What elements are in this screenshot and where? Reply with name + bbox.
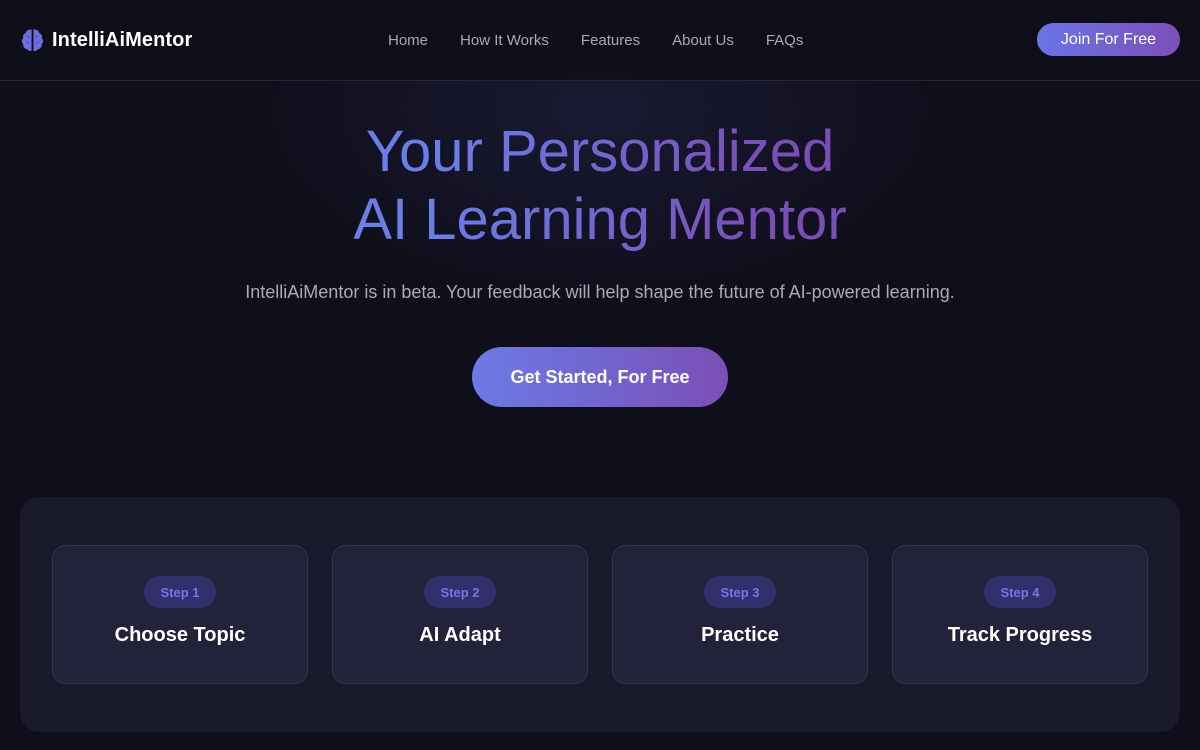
get-started-button[interactable]: Get Started, For Free xyxy=(472,347,728,407)
brand-logo[interactable]: IntelliAiMentor xyxy=(20,27,192,53)
brain-icon xyxy=(21,29,44,52)
nav-link-faqs[interactable]: FAQs xyxy=(766,32,804,49)
nav-link-home[interactable]: Home xyxy=(388,32,428,49)
step-card-2[interactable]: Step 2 AI Adapt xyxy=(332,545,588,684)
nav-link-features[interactable]: Features xyxy=(581,32,640,49)
step-badge: Step 1 xyxy=(144,576,216,608)
step-title: Choose Topic xyxy=(114,624,246,646)
step-badge: Step 4 xyxy=(984,576,1056,608)
step-badge: Step 3 xyxy=(704,576,776,608)
join-for-free-button[interactable]: Join For Free xyxy=(1037,23,1180,56)
hero-title-line-2: AI Learning Mentor xyxy=(353,187,847,252)
page: IntelliAiMentor Home How It Works Featur… xyxy=(0,0,1200,750)
hero-title-line-1: Your Personalized xyxy=(365,119,835,184)
steps-panel: Step 1 Choose Topic Step 2 AI Adapt Step… xyxy=(20,497,1180,732)
main-nav: Home How It Works Features About Us FAQs xyxy=(388,30,803,50)
hero-title: Your Personalized AI Learning Mentor xyxy=(200,118,1000,254)
step-badge: Step 2 xyxy=(424,576,496,608)
step-title: Track Progress xyxy=(947,624,1093,646)
hero-subtitle: IntelliAiMentor is in beta. Your feedbac… xyxy=(245,282,955,302)
nav-link-about-us[interactable]: About Us xyxy=(672,32,734,49)
step-title: Practice xyxy=(701,624,779,646)
step-card-3[interactable]: Step 3 Practice xyxy=(612,545,868,684)
top-nav-bar: IntelliAiMentor Home How It Works Featur… xyxy=(0,0,1200,81)
nav-link-how-it-works[interactable]: How It Works xyxy=(460,32,549,49)
step-card-1[interactable]: Step 1 Choose Topic xyxy=(52,545,308,684)
brand-name: IntelliAiMentor xyxy=(52,28,193,51)
step-card-4[interactable]: Step 4 Track Progress xyxy=(892,545,1148,684)
step-title: AI Adapt xyxy=(419,624,501,646)
